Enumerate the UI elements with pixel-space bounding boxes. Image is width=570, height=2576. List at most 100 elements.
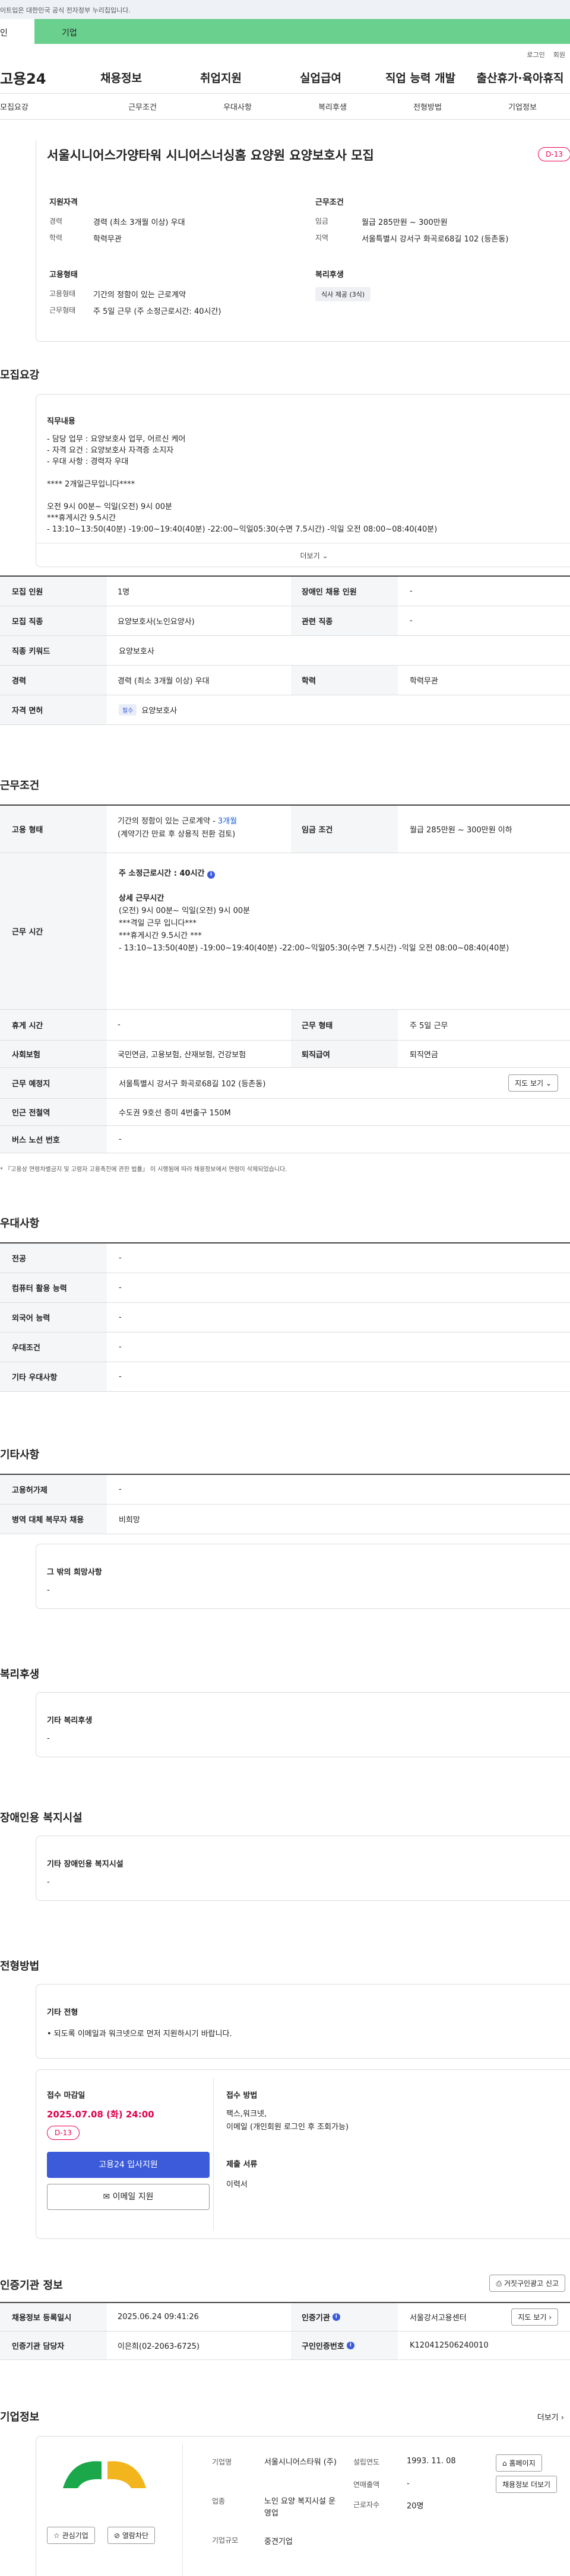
cert-map-button[interactable]: 지도 보기 ›: [511, 2308, 558, 2326]
size-label: 기업규모: [212, 2536, 239, 2545]
etc-box: 그 밖의 희망사항 -: [36, 1544, 570, 1609]
chevron-down-icon: ⌄: [545, 1079, 552, 1087]
cert-table: 채용정보 등록일시 2025.06.24 09:41:26 인증기관 i 서울강서고용…: [0, 2302, 570, 2360]
cell-value: -: [410, 587, 413, 596]
mail-icon: ✉: [103, 2192, 110, 2202]
email-apply-button[interactable]: ✉ 이메일 지원: [47, 2184, 210, 2210]
industry-label: 업종: [212, 2497, 226, 2505]
block-icon: ⊘: [114, 2532, 121, 2540]
nav-item-leave[interactable]: 출산휴가·육아휴직: [470, 69, 570, 85]
edu-value: 학력무관: [93, 235, 122, 244]
disability-box: 기타 장애인용 복지시설 -: [36, 1836, 570, 1901]
tab-company[interactable]: 기업: [34, 19, 570, 44]
section-tab-welfare[interactable]: 복리후생: [285, 101, 380, 112]
section-tab-work[interactable]: 근무조건: [95, 101, 190, 112]
map-button[interactable]: 지도 보기 ⌄: [508, 1074, 558, 1092]
cell-label: 휴게 시간: [0, 1010, 107, 1040]
section-tab-recruit[interactable]: 모집요강: [0, 101, 95, 112]
work-table: 고용 형태 기간의 정함이 있는 근로계약 - 3개월 (계약기간 만료 후 상용…: [0, 804, 570, 1153]
favorite-label: 관심기업: [62, 2532, 88, 2540]
table-row: 인근 전철역 수도권 9호선 증미 4번출구 150M: [0, 1099, 570, 1126]
cell-label: 기타 우대사항: [0, 1362, 107, 1391]
cell-value: 비희망: [119, 1516, 140, 1525]
cell-value: 학력무관: [410, 677, 438, 686]
hours-line: 상세 근무시간: [119, 894, 164, 903]
homepage-button[interactable]: ⌂ 홈페이지: [496, 2454, 542, 2472]
tab-personal[interactable]: 인: [0, 19, 34, 44]
cell-value: 서울특별시 강서구 화곡로68길 102 (등촌동): [119, 1080, 266, 1089]
worktype-label: 근무형태: [49, 306, 76, 314]
cell-label: 버스 노선 번호: [0, 1126, 107, 1153]
more-button[interactable]: 더보기 ⌄: [36, 543, 570, 568]
section-tab-pref[interactable]: 우대사항: [190, 101, 285, 112]
nav-item-unemployment[interactable]: 실업급여: [271, 69, 370, 85]
map-label: 지도 보기: [515, 1079, 544, 1087]
cell-value: -: [119, 1485, 122, 1494]
cell-value: 기간의 정함이 있는 근로계약 - 3개월 (계약기간 만료 후 상용직 전환 검…: [107, 806, 291, 853]
cell-label: 컴퓨터 활용 능력: [0, 1273, 107, 1302]
cell-label: 고용 형태: [0, 806, 107, 853]
company-more-link[interactable]: 더보기 ›: [537, 2411, 564, 2422]
site-logo[interactable]: 고용24: [0, 67, 71, 88]
cell-value: -: [119, 1283, 122, 1292]
home-icon: ⌂: [502, 2459, 507, 2467]
table-row: 버스 노선 번호 -: [0, 1126, 570, 1153]
table-row: 외국어 능력 -: [0, 1303, 570, 1332]
user-type-tabs: 인 기업: [0, 19, 570, 44]
cell-label: 전공: [0, 1244, 107, 1273]
career-value: 경력 (최소 3개월 이상) 우대: [93, 218, 185, 227]
cell-label: 근무 형태: [291, 1010, 398, 1040]
report-label: 거짓구인광고 신고: [504, 2279, 559, 2288]
cell-value: -: [119, 1343, 122, 1351]
industry-value: 노인 요양 복지시설 운영업: [264, 2497, 336, 2518]
section-tab-process[interactable]: 전형방법: [380, 101, 475, 112]
worktype-value: 주 5일 근무 (주 소정근로시간: 40시간): [93, 307, 221, 316]
cell-label: 경력: [0, 666, 107, 695]
duty-title: 직무내용: [47, 417, 75, 426]
nav-item-jobs[interactable]: 채용정보: [71, 69, 171, 85]
table-row: 고용 형태 기간의 정함이 있는 근로계약 - 3개월 (계약기간 만료 후 상용…: [0, 806, 570, 853]
duty-card: 직무내용 - 담당 업무 : 요양보호사 업무, 어르신 케어 - 자격 요건 …: [36, 394, 570, 567]
duty-text: - 담당 업무 : 요양보호사 업무, 어르신 케어 - 자격 요건 : 요양보…: [47, 434, 570, 535]
cell-value: 1명: [118, 588, 130, 597]
cell-value: 수도권 9호선 증미 4번출구 150M: [119, 1109, 231, 1118]
apply-button[interactable]: 고용24 입사지원: [47, 2152, 210, 2178]
welfare-box-value: -: [47, 1734, 50, 1743]
report-button[interactable]: ⎙ 거짓구인광고 신고: [489, 2275, 565, 2292]
nav-item-employment-support[interactable]: 취업지원: [171, 69, 271, 85]
favorite-company-button[interactable]: ☆ 관심기업: [47, 2527, 95, 2544]
section-tab-company[interactable]: 기업정보: [475, 101, 570, 112]
table-row: 컴퓨터 활용 능력 -: [0, 1273, 570, 1303]
size-value: 중견기업: [264, 2537, 293, 2546]
join-link[interactable]: 회원: [553, 51, 565, 59]
nav-item-training[interactable]: 직업 능력 개발: [370, 69, 470, 85]
table-row: 휴게 시간 - 근무 형태 주 5일 근무: [0, 1010, 570, 1041]
info-icon[interactable]: i: [346, 2342, 354, 2349]
cell-value: 이은희(02-2063-6725): [118, 2342, 200, 2351]
pay-value: 월급 285만원 ~ 300만원: [362, 218, 448, 227]
utility-links: 로그인 회원: [0, 44, 570, 62]
company-jobs-button[interactable]: 채용정보 더보기: [496, 2476, 558, 2493]
pay-label: 임금: [315, 217, 329, 225]
cell-value: 경력 (최소 3개월 이상) 우대: [118, 677, 210, 686]
table-row: 인증기관 담당자 이은희(02-2063-6725) 구인인증번호 i K120412…: [0, 2332, 570, 2360]
pref-section-title: 우대사항: [0, 1217, 40, 1230]
year-value: 1993. 11. 08: [407, 2457, 456, 2466]
cell-value: 요양보호사: [119, 647, 154, 656]
more-label: 더보기: [300, 552, 320, 560]
etc-table: 고용허가제 - 병역 대체 복무자 채용 비희망: [0, 1474, 570, 1534]
info-icon[interactable]: i: [207, 871, 216, 879]
cell-value: 주 5일 근무: [410, 1022, 448, 1031]
cell-label: 근무 예정지: [0, 1068, 107, 1098]
hours-line: ***격일 근무 입니다***: [119, 919, 197, 928]
duty-line: - 자격 요건 : 요양보호사 자격증 소지자: [47, 446, 174, 455]
info-icon[interactable]: i: [332, 2313, 340, 2321]
table-row: 근무 시간 주 소정근로시간 : 40시간 i 상세 근무시간 (오전) 9시 …: [0, 853, 570, 1010]
block-view-button[interactable]: ⊘ 열람차단: [107, 2527, 156, 2544]
table-row: 사회보험 국민연금, 고용보험, 산재보험, 건강보험 퇴직급여 퇴직연금: [0, 1041, 570, 1068]
recruit-section-title: 모집요강: [0, 369, 40, 381]
login-link[interactable]: 로그인: [527, 51, 544, 59]
method-line: 이메일 (개인회원 로그인 후 조회가능): [226, 2123, 349, 2132]
table-row: 모집 직종 요양보호사(노인요양사) 관련 직종 -: [0, 606, 570, 636]
homepage-label: 홈페이지: [509, 2459, 536, 2467]
